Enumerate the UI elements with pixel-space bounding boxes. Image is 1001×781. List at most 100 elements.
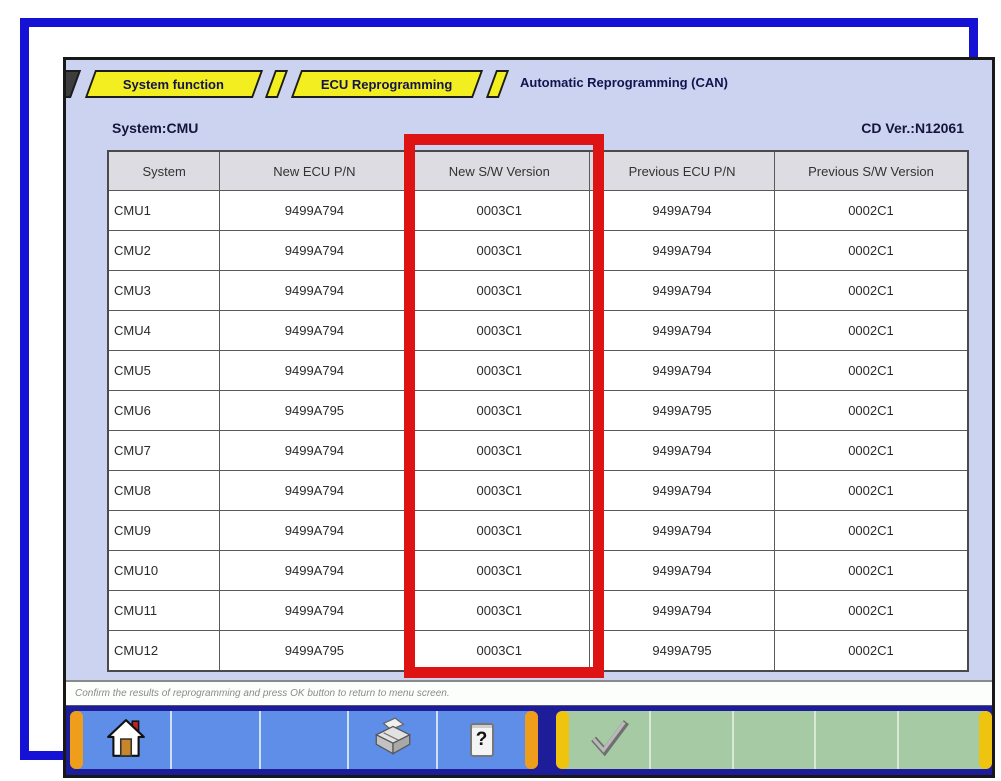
table-cell: 9499A795 [590, 391, 775, 431]
cd-version-label: CD Ver.:N12061 [861, 120, 964, 136]
column-header-new-sw-version: New S/W Version [409, 151, 590, 191]
table-row: CMU59499A7940003C19499A7940002C1 [108, 351, 968, 391]
table-cell: 0003C1 [409, 551, 590, 591]
table-row: CMU79499A7940003C19499A7940002C1 [108, 431, 968, 471]
table-cell: 9499A794 [590, 591, 775, 631]
toolbar-strip: ? [66, 706, 992, 775]
column-header-system: System [108, 151, 220, 191]
table-cell: 9499A795 [220, 631, 409, 672]
system-label: System:CMU [112, 120, 198, 136]
table-cell: 9499A794 [220, 591, 409, 631]
status-message: Confirm the results of reprogramming and… [66, 688, 450, 699]
app-window: System function ECU Reprogramming Automa… [63, 57, 995, 778]
table-cell: 0003C1 [409, 591, 590, 631]
table-row: CMU89499A7940003C19499A7940002C1 [108, 471, 968, 511]
table-body: CMU19499A7940003C19499A7940002C1CMU29499… [108, 191, 968, 672]
table-cell: 0003C1 [409, 471, 590, 511]
toolbar-right [556, 711, 992, 769]
table-cell: CMU1 [108, 191, 220, 231]
tab-label: ECU Reprogramming [321, 77, 452, 92]
table-cell: 9499A794 [590, 551, 775, 591]
table-cell: 0002C1 [774, 191, 968, 231]
tab-divider-slash [486, 70, 509, 98]
tab-bar: System function ECU Reprogramming Automa… [66, 60, 992, 108]
table-row: CMU19499A7940003C19499A7940002C1 [108, 191, 968, 231]
tab-label: System function [123, 77, 224, 92]
print-button[interactable] [349, 711, 438, 769]
table-cell: 9499A794 [590, 191, 775, 231]
table-cell: 0003C1 [409, 231, 590, 271]
table-row: CMU29499A7940003C19499A7940002C1 [108, 231, 968, 271]
table-header-row: System New ECU P/N New S/W Version Previ… [108, 151, 968, 191]
table-cell: CMU9 [108, 511, 220, 551]
toolbar-empty-slot [261, 711, 350, 769]
column-header-new-ecu-pn: New ECU P/N [220, 151, 409, 191]
table-cell: 9499A794 [220, 431, 409, 471]
table-row: CMU109499A7940003C19499A7940002C1 [108, 551, 968, 591]
tab-automatic-reprogramming-active: Automatic Reprogramming (CAN) [520, 75, 728, 90]
tab-corner-decoration [63, 70, 81, 98]
table-cell: 9499A794 [590, 311, 775, 351]
column-header-previous-ecu-pn: Previous ECU P/N [590, 151, 775, 191]
table-cell: 0002C1 [774, 391, 968, 431]
table-row: CMU119499A7940003C19499A7940002C1 [108, 591, 968, 631]
table-cell: 0003C1 [409, 271, 590, 311]
table-cell: 9499A794 [220, 511, 409, 551]
toolbar-left: ? [70, 711, 538, 769]
table-cell: CMU10 [108, 551, 220, 591]
table-cell: 9499A794 [220, 351, 409, 391]
tab-ecu-reprogramming[interactable]: ECU Reprogramming [291, 70, 483, 98]
table-cell: CMU12 [108, 631, 220, 672]
table-row: CMU99499A7940003C19499A7940002C1 [108, 511, 968, 551]
toolbar-right-cap [556, 711, 569, 769]
ok-button[interactable] [569, 711, 651, 769]
home-icon [105, 717, 147, 764]
table-cell: CMU2 [108, 231, 220, 271]
table-cell: 0002C1 [774, 511, 968, 551]
table-cell: CMU3 [108, 271, 220, 311]
table-cell: 9499A794 [220, 551, 409, 591]
table-cell: 9499A794 [590, 431, 775, 471]
table-cell: CMU11 [108, 591, 220, 631]
table-cell: 9499A794 [220, 231, 409, 271]
table-cell: CMU6 [108, 391, 220, 431]
table-cell: 9499A794 [220, 311, 409, 351]
table-row: CMU49499A7940003C19499A7940002C1 [108, 311, 968, 351]
table-cell: 0003C1 [409, 351, 590, 391]
home-button[interactable] [83, 711, 172, 769]
help-icon: ? [470, 723, 494, 757]
table-cell: 0003C1 [409, 631, 590, 672]
check-icon [587, 718, 631, 763]
toolbar-empty-slot [651, 711, 733, 769]
table-cell: CMU8 [108, 471, 220, 511]
table-cell: 9499A794 [220, 471, 409, 511]
toolbar-right-cap [979, 711, 992, 769]
table-cell: CMU5 [108, 351, 220, 391]
table-cell: 0003C1 [409, 511, 590, 551]
table-cell: CMU7 [108, 431, 220, 471]
table-cell: 0002C1 [774, 551, 968, 591]
table-cell: 0002C1 [774, 431, 968, 471]
table-row: CMU129499A7950003C19499A7950002C1 [108, 631, 968, 672]
table-cell: 0002C1 [774, 271, 968, 311]
table-cell: CMU4 [108, 311, 220, 351]
window-frame: System function ECU Reprogramming Automa… [20, 18, 978, 760]
table-cell: 0002C1 [774, 231, 968, 271]
help-button[interactable]: ? [438, 711, 525, 769]
table-cell: 0002C1 [774, 631, 968, 672]
table-cell: 0002C1 [774, 471, 968, 511]
toolbar-empty-slot [899, 711, 979, 769]
table-cell: 9499A794 [590, 231, 775, 271]
table-cell: 9499A794 [590, 511, 775, 551]
toolbar-empty-slot [816, 711, 898, 769]
toolbar-left-cap [70, 711, 83, 769]
table-row: CMU39499A7940003C19499A7940002C1 [108, 271, 968, 311]
printer-icon [370, 715, 416, 766]
table-cell: 0002C1 [774, 311, 968, 351]
tab-system-function[interactable]: System function [85, 70, 263, 98]
table-cell: 0003C1 [409, 391, 590, 431]
table-cell: 9499A794 [590, 271, 775, 311]
table-cell: 9499A794 [220, 191, 409, 231]
table-cell: 9499A794 [590, 471, 775, 511]
toolbar-empty-slot [172, 711, 261, 769]
